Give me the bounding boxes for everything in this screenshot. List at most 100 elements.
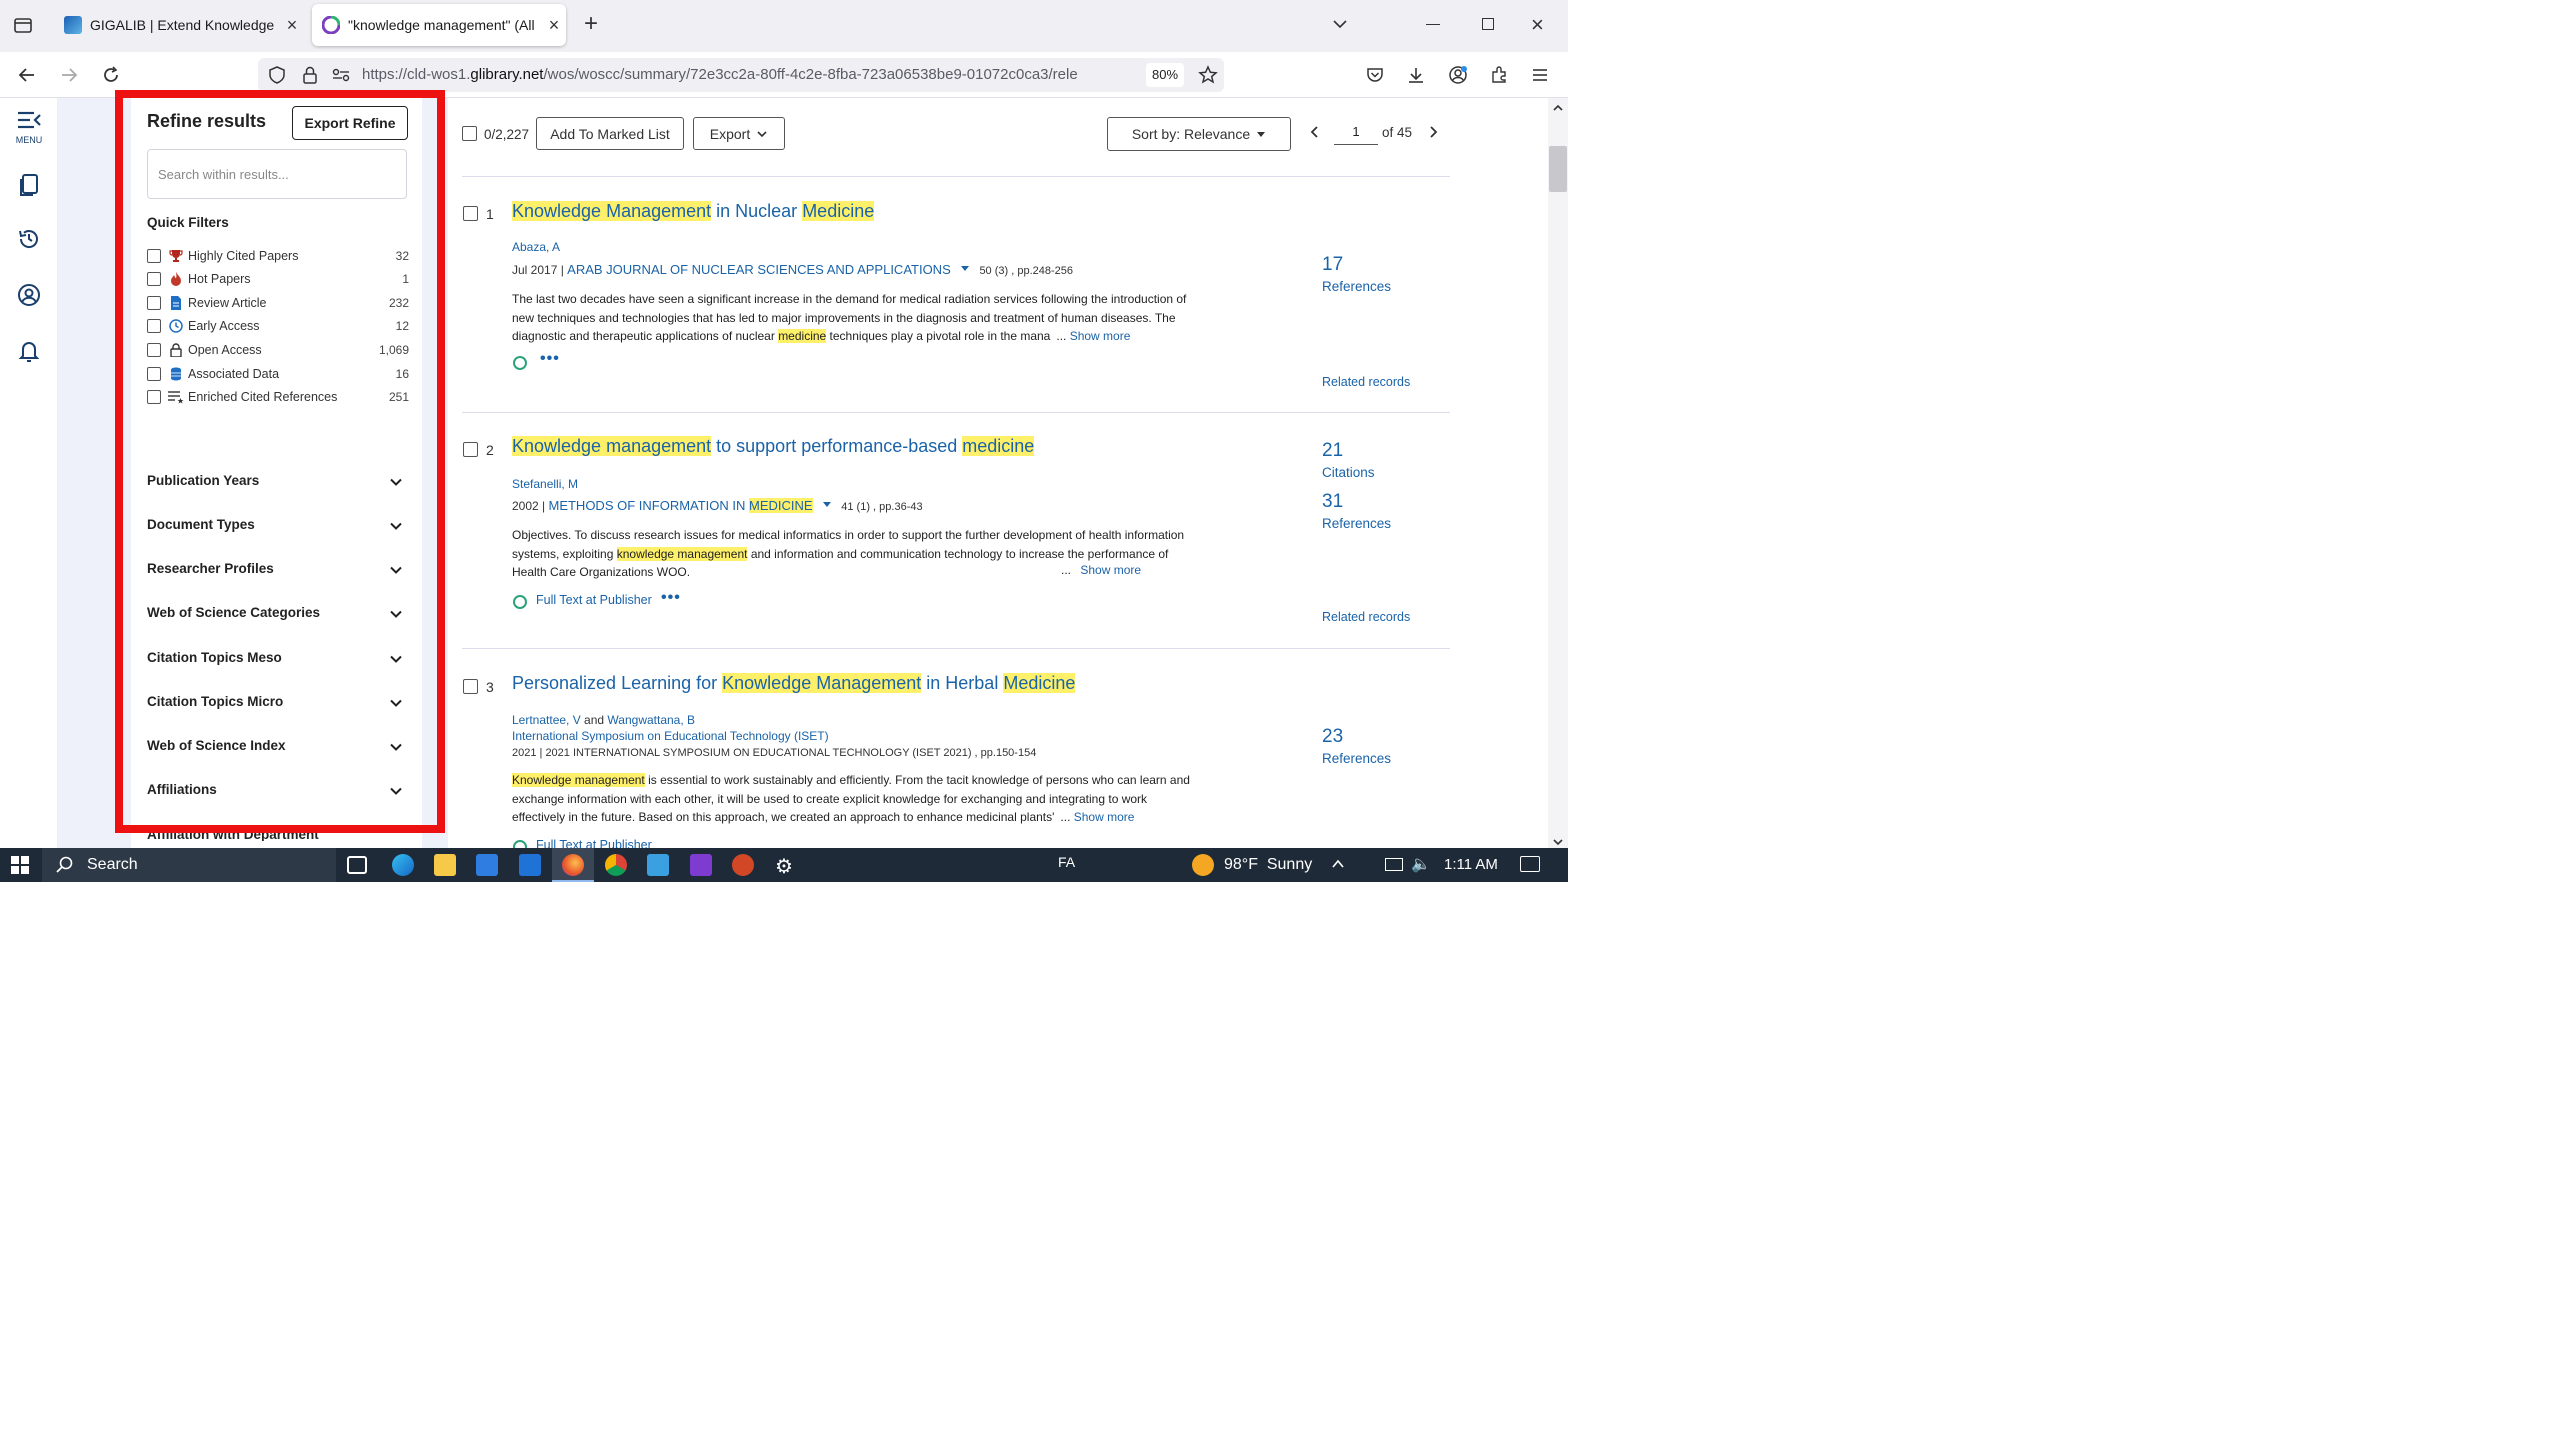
notifications-icon[interactable] bbox=[1520, 856, 1540, 872]
new-tab-button[interactable]: + bbox=[578, 12, 604, 38]
result-checkbox[interactable] bbox=[463, 679, 478, 694]
settings-gear-icon[interactable]: ⚙ bbox=[775, 854, 793, 879]
pocket-icon[interactable] bbox=[1360, 60, 1390, 90]
result-checkbox[interactable] bbox=[463, 206, 478, 221]
bookmark-star-icon[interactable] bbox=[1198, 65, 1218, 90]
show-more-link[interactable]: Show more bbox=[1074, 810, 1135, 824]
lock-icon[interactable] bbox=[302, 66, 318, 89]
more-options-icon[interactable]: ••• bbox=[540, 350, 560, 368]
taskbar-search-box[interactable]: Search bbox=[42, 848, 336, 882]
tray-chevron-up-icon[interactable] bbox=[1331, 857, 1345, 875]
page-number-input[interactable]: 1 bbox=[1334, 121, 1378, 145]
tor-app-icon[interactable] bbox=[690, 854, 712, 876]
source-journal-link[interactable]: ARAB JOURNAL OF NUCLEAR SCIENCES AND APP… bbox=[567, 262, 951, 277]
vertical-scrollbar[interactable] bbox=[1548, 98, 1568, 848]
title-highlight: Knowledge Management bbox=[512, 201, 712, 221]
references-label[interactable]: References bbox=[1322, 751, 1391, 766]
volume-icon[interactable]: 🔈 bbox=[1411, 854, 1431, 874]
tab-title: "knowledge management" (All bbox=[348, 17, 535, 33]
close-window-button[interactable]: × bbox=[1531, 12, 1544, 38]
author-link[interactable]: Stefanelli, M bbox=[512, 477, 578, 491]
menu-button[interactable]: MENU bbox=[14, 110, 44, 150]
weather-sun-icon[interactable] bbox=[1192, 854, 1214, 876]
permissions-icon[interactable] bbox=[332, 67, 350, 88]
related-records-link[interactable]: Related records bbox=[1322, 375, 1410, 389]
previous-page-chevron-icon[interactable] bbox=[1308, 125, 1322, 144]
close-tab-icon[interactable]: × bbox=[280, 15, 304, 36]
conference-link[interactable]: International Symposium on Educational T… bbox=[512, 729, 829, 743]
result-abstract: Knowledge management is essential to wor… bbox=[512, 771, 1202, 827]
references-label[interactable]: References bbox=[1322, 279, 1391, 294]
powerpoint-icon[interactable] bbox=[732, 854, 754, 876]
citations-count-link[interactable]: 21 bbox=[1322, 440, 1343, 462]
result-title-link[interactable]: Personalized Learning for Knowledge Mana… bbox=[512, 673, 1076, 694]
references-count-link[interactable]: 31 bbox=[1322, 491, 1343, 513]
scroll-up-arrow-icon[interactable] bbox=[1552, 100, 1564, 118]
clock-time[interactable]: 1:11 AM bbox=[1444, 856, 1498, 873]
author-link[interactable]: Abaza, A bbox=[512, 240, 560, 254]
address-bar[interactable]: https://cld-wos1.glibrary.net/wos/woscc/… bbox=[258, 58, 1224, 92]
microsoft-store-icon[interactable] bbox=[476, 854, 498, 876]
weather-text[interactable]: 98°F Sunny bbox=[1224, 856, 1312, 874]
add-to-marked-list-button[interactable]: Add To Marked List bbox=[536, 117, 684, 150]
chrome-icon[interactable] bbox=[605, 854, 627, 876]
references-count-link[interactable]: 17 bbox=[1322, 254, 1343, 276]
references-label[interactable]: References bbox=[1322, 516, 1391, 531]
profile-icon[interactable] bbox=[14, 280, 44, 310]
tab-overview-icon[interactable] bbox=[12, 14, 34, 36]
forward-button[interactable] bbox=[54, 60, 84, 90]
marked-list-icon[interactable] bbox=[14, 170, 44, 200]
notifications-bell-icon[interactable] bbox=[14, 336, 44, 366]
mail-icon[interactable] bbox=[519, 854, 541, 876]
url-text[interactable]: https://cld-wos1.glibrary.net/wos/woscc/… bbox=[362, 66, 1142, 83]
list-tabs-chevron-icon[interactable] bbox=[1330, 14, 1350, 39]
tracking-protection-shield-icon[interactable] bbox=[268, 66, 286, 89]
citations-label[interactable]: Citations bbox=[1322, 465, 1375, 480]
result-checkbox[interactable] bbox=[463, 442, 478, 457]
file-explorer-icon[interactable] bbox=[434, 854, 456, 876]
author-link[interactable]: Wangwattana, B bbox=[607, 713, 695, 727]
source-journal-link[interactable]: METHODS OF INFORMATION IN MEDICINE bbox=[548, 498, 813, 513]
result-meta: 2021 | 2021 INTERNATIONAL SYMPOSIUM ON E… bbox=[512, 747, 1037, 759]
abstract-highlight: medicine bbox=[778, 329, 827, 343]
show-more-link[interactable]: Show more bbox=[1070, 329, 1131, 343]
reload-button[interactable] bbox=[96, 60, 126, 90]
full-text-at-publisher-link[interactable]: Full Text at Publisher bbox=[536, 838, 652, 848]
restore-window-button[interactable] bbox=[1482, 18, 1494, 30]
tab-gigalib[interactable]: GIGALIB | Extend Knowledge × bbox=[54, 4, 304, 46]
show-more-link[interactable]: Show more bbox=[1080, 563, 1141, 577]
export-dropdown-button[interactable]: Export bbox=[693, 117, 785, 150]
related-records-link[interactable]: Related records bbox=[1322, 610, 1410, 624]
back-button[interactable] bbox=[12, 60, 42, 90]
input-language[interactable]: FA bbox=[1058, 854, 1075, 870]
history-icon[interactable] bbox=[14, 224, 44, 254]
extensions-puzzle-icon[interactable] bbox=[1484, 60, 1514, 90]
downloads-icon[interactable] bbox=[1401, 60, 1431, 90]
caret-down-icon[interactable] bbox=[822, 500, 832, 510]
task-view-icon[interactable] bbox=[347, 856, 367, 874]
app-menu-hamburger-icon[interactable] bbox=[1525, 60, 1555, 90]
next-page-chevron-icon[interactable] bbox=[1426, 125, 1440, 144]
firefox-icon[interactable] bbox=[562, 854, 584, 876]
zoom-level-button[interactable]: 80% bbox=[1146, 63, 1184, 87]
more-options-icon[interactable]: ••• bbox=[661, 589, 681, 607]
account-icon[interactable] bbox=[1443, 60, 1473, 90]
windows-start-icon[interactable] bbox=[11, 856, 29, 878]
close-tab-icon[interactable]: × bbox=[542, 15, 566, 36]
edge-browser-icon[interactable] bbox=[392, 854, 414, 876]
references-count-link[interactable]: 23 bbox=[1322, 726, 1343, 748]
tab-knowledge-management[interactable]: "knowledge management" (All × bbox=[312, 4, 566, 46]
page-number-value: 1 bbox=[1352, 124, 1360, 139]
sort-dropdown-button[interactable]: Sort by: Relevance bbox=[1107, 117, 1291, 151]
select-all-checkbox[interactable] bbox=[462, 126, 477, 141]
network-icon[interactable] bbox=[1385, 858, 1403, 871]
result-title-link[interactable]: Knowledge Management in Nuclear Medicine bbox=[512, 201, 875, 222]
scrollbar-thumb[interactable] bbox=[1549, 146, 1567, 192]
minimize-window-button[interactable] bbox=[1426, 24, 1440, 25]
caret-down-icon[interactable] bbox=[960, 264, 970, 274]
result-number: 1 bbox=[486, 206, 494, 222]
remote-desktop-icon[interactable] bbox=[647, 854, 669, 876]
author-link[interactable]: Lertnattee, V bbox=[512, 713, 581, 727]
full-text-at-publisher-link[interactable]: Full Text at Publisher bbox=[536, 593, 652, 607]
result-title-link[interactable]: Knowledge management to support performa… bbox=[512, 436, 1035, 457]
